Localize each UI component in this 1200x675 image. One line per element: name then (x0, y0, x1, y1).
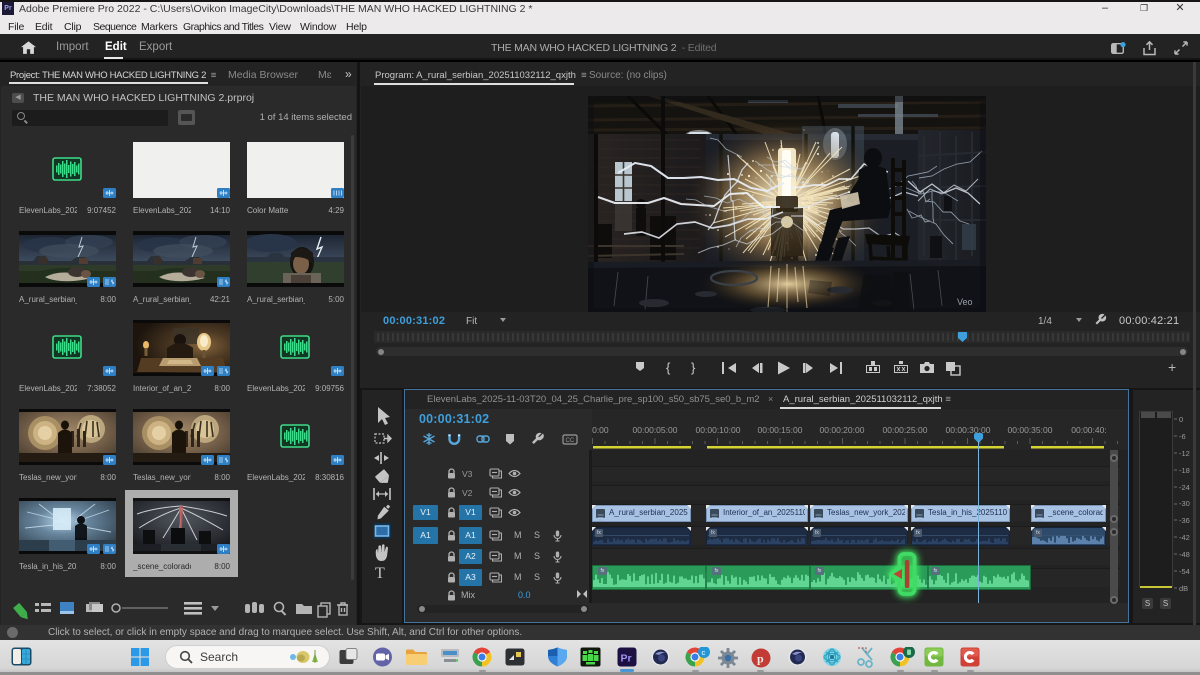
svg-text:-24: -24 (1179, 483, 1190, 492)
svg-text:00:00:10:00: 00:00:10:00 (696, 425, 741, 435)
svg-text:Pr: Pr (621, 653, 632, 665)
svg-text:0: 0 (1179, 415, 1183, 424)
svg-text:00:00:20:00: 00:00:20:00 (820, 425, 865, 435)
svg-text:-36: -36 (1179, 516, 1190, 525)
svg-text:c: c (702, 648, 706, 657)
svg-text:p: p (757, 652, 764, 666)
svg-text:T: T (375, 565, 385, 582)
svg-text:-54: -54 (1179, 567, 1190, 576)
svg-text:-12: -12 (1179, 449, 1190, 458)
svg-text:CC: CC (566, 438, 575, 444)
svg-text:00:00:05:00: 00:00:05:00 (633, 425, 678, 435)
svg-text:-48: -48 (1179, 550, 1190, 559)
svg-text:00:00:15:00: 00:00:15:00 (758, 425, 803, 435)
svg-text:-6: -6 (1179, 432, 1186, 441)
svg-text:Veo: Veo (957, 297, 973, 307)
svg-text:{: { (666, 360, 671, 375)
svg-text:-30: -30 (1179, 499, 1190, 508)
svg-text:dB: dB (1179, 584, 1188, 593)
svg-text:00:00:25:00: 00:00:25:00 (883, 425, 928, 435)
svg-text:-18: -18 (1179, 466, 1190, 475)
svg-text:00:00:35:00: 00:00:35:00 (1008, 425, 1053, 435)
svg-text:}: } (691, 360, 696, 375)
svg-text:-42: -42 (1179, 533, 1190, 542)
svg-text:00:00:30:00: 00:00:30:00 (946, 425, 991, 435)
svg-text::00:00: :00:00 (592, 425, 609, 435)
svg-text:00:00:40:: 00:00:40: (1071, 425, 1106, 435)
